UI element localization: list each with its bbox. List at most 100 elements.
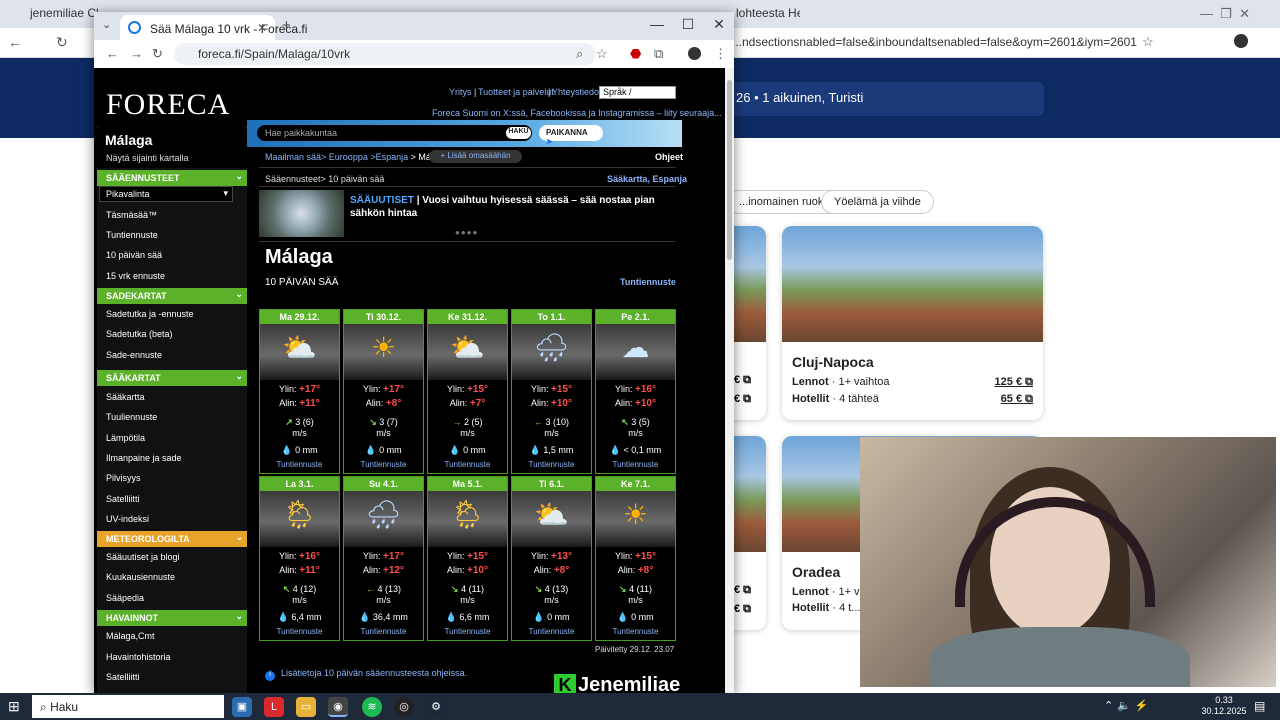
link-products[interactable]: Tuotteet ja palvelut — [478, 87, 554, 97]
search-input[interactable]: Hae paikkakuntaa — [257, 125, 532, 141]
destination-card[interactable]: Cluj-Napoca Lennot · 1+ vaihtoa 125 € ⧉ … — [782, 226, 1043, 420]
sidebar-item[interactable]: 15 vrk ennuste — [106, 271, 165, 281]
flight-price[interactable]: 125 € ⧉ — [995, 376, 1033, 389]
link-contact[interactable]: Yhteystiedot — [552, 87, 602, 97]
hourly-forecast-link[interactable]: Tuntiennuste — [512, 460, 591, 469]
forecast-day[interactable]: Su 4.1. 🌧 Ylin: +17° Alin: +12° ← 4 (13) m/s 💧… — [343, 476, 424, 641]
sidebar-item[interactable]: Ilmanpaine ja sade — [106, 453, 182, 463]
sidebar-item[interactable]: Sääpedia — [106, 593, 144, 603]
sidebar-item[interactable]: Sääuutiset ja blogi — [106, 552, 180, 562]
sidebar-item[interactable]: Sääkartta — [106, 392, 145, 402]
hourly-forecast-link[interactable]: Tuntiennuste — [512, 627, 591, 636]
link-company[interactable]: Yritys — [449, 87, 472, 97]
close-tab-icon[interactable]: ✕ — [257, 21, 267, 35]
sidebar-item[interactable]: Havaintohistoria — [106, 652, 171, 662]
address-bar[interactable]: foreca.fi/Spain/Malaga/10vrk — [174, 43, 596, 65]
foreca-logo[interactable]: FORECA — [106, 88, 230, 122]
back-icon[interactable]: ← — [106, 46, 119, 61]
sidebar-item[interactable]: UV-indeksi — [106, 514, 149, 524]
scrollbar-thumb[interactable] — [727, 80, 732, 260]
sidebar-item[interactable]: Satelliitti — [106, 672, 140, 682]
forecast-day[interactable]: Ti 30.12. ☀ Ylin: +17° Alin: +8° ↘ 3 (7) m/s 💧… — [343, 309, 424, 474]
show-on-map-link[interactable]: Näytä sijainti kartalla — [106, 153, 189, 163]
forecast-day[interactable]: Ma 5.1. 🌦 Ylin: +15° Alin: +10° ↘ 4 (11) m/s 💧… — [427, 476, 508, 641]
sidebar-item[interactable]: Kuukausiennuste — [106, 572, 175, 582]
sidebar-item[interactable]: Tuntiennuste — [106, 230, 158, 240]
reload-icon[interactable]: ↻ — [152, 46, 163, 62]
hourly-forecast-link[interactable]: Tuntiennuste — [428, 460, 507, 469]
sidebar-item[interactable]: Sade-ennuste — [106, 350, 162, 360]
sidebar-item[interactable]: Málaga,Cmt — [106, 631, 155, 641]
notifications-icon[interactable]: ▤ — [1254, 699, 1265, 713]
breadcrumb-link[interactable]: Eurooppa — [329, 152, 368, 162]
obs-icon[interactable]: ◎ — [394, 697, 414, 717]
sidebar-item[interactable]: Satelliitti — [106, 494, 140, 504]
new-tab-icon[interactable]: + — [282, 17, 291, 34]
filter-chip[interactable]: Yöelämä ja viihde — [821, 190, 934, 214]
app-icon[interactable]: L — [264, 697, 284, 717]
trip-summary[interactable]: 26 • 1 aikuinen, Turisti — [720, 82, 1044, 116]
menu-icon[interactable]: ⋮ — [714, 46, 727, 62]
language-select[interactable]: Språk / Language ▾ — [599, 86, 676, 107]
add-favourite-button[interactable]: + Lisää omasäähän — [429, 150, 522, 163]
hourly-forecast-link[interactable]: Tuntiennuste — [620, 277, 676, 287]
background-url[interactable]: ...ndsectionsnabled=false&inboundaltsena… — [732, 35, 1162, 51]
scrollbar[interactable] — [725, 68, 734, 693]
taskbar-search[interactable]: ⌕ Haku — [32, 695, 224, 718]
breadcrumb-link[interactable]: Espanja — [376, 152, 409, 162]
forward-icon[interactable]: → — [130, 46, 143, 61]
window-controls[interactable]: — ❐ ✕ — [1200, 6, 1270, 26]
sidebar-section-observations[interactable]: HAVAINNOT ⌄ — [97, 610, 247, 626]
minimize-icon[interactable]: — — [642, 16, 672, 32]
back-icon[interactable]: ← — [8, 34, 22, 50]
reload-icon[interactable]: ↻ — [56, 34, 68, 51]
chrome-icon[interactable]: ◉ — [328, 697, 348, 717]
forecast-day[interactable]: Ti 6.1. ⛅ Ylin: +13° Alin: +8° ↘ 4 (13) m/s 💧 … — [511, 476, 592, 641]
file-explorer-icon[interactable]: ▭ — [296, 697, 316, 717]
sidebar-section-rain-maps[interactable]: SADEKARTAT ⌄ — [97, 288, 247, 304]
maximize-icon[interactable]: ☐ — [673, 16, 703, 33]
hourly-forecast-link[interactable]: Tuntiennuste — [344, 460, 423, 469]
news-headline[interactable]: SÄÄUUTISET | Vuosi vaihtuu hyisessä sääs… — [350, 194, 670, 220]
app-icon[interactable]: ▣ — [232, 697, 252, 717]
forecast-day[interactable]: La 3.1. 🌦 Ylin: +16° Alin: +11° ↖ 4 (12) m/s 💧… — [259, 476, 340, 641]
locate-button[interactable]: PAIKANNA ➤ — [539, 125, 603, 146]
clock[interactable]: 0.33 30.12.2025 — [1200, 695, 1248, 717]
windows-start-icon[interactable]: ⊞ — [8, 698, 24, 714]
hourly-forecast-link[interactable]: Tuntiennuste — [260, 627, 339, 636]
hourly-forecast-link[interactable]: Tuntiennuste — [260, 460, 339, 469]
sidebar-item[interactable]: Lämpötila — [106, 433, 145, 443]
quick-select-dropdown[interactable]: Pikavalinta ▾ — [99, 186, 233, 202]
tab-search-icon[interactable]: ⌄ — [102, 18, 111, 31]
sidebar-item[interactable]: Pilvisyys — [106, 473, 141, 483]
sidebar-item[interactable]: Sadetutka (beta) — [106, 329, 173, 339]
profile-avatar[interactable] — [688, 47, 701, 60]
hourly-forecast-link[interactable]: Tuntiennuste — [428, 627, 507, 636]
system-tray[interactable]: ⌃🔈⚡ — [1104, 699, 1153, 712]
forecast-day[interactable]: Ke 7.1. ☀ Ylin: +15° Alin: +8° ↘ 4 (11) m/s 💧 … — [595, 476, 676, 641]
region-map-link[interactable]: Sääkartta, Espanja — [607, 174, 687, 184]
forecast-day[interactable]: Ma 29.12. ⛅ Ylin: +17° Alin: +11° ↗ 3 (6) m/s… — [259, 309, 340, 474]
sidebar-section-forecasts[interactable]: SÄÄENNUSTEET ⌄ — [97, 170, 247, 186]
background-tab[interactable]: lohteesta Helsinki — [736, 6, 800, 26]
sidebar-section-weather-maps[interactable]: SÄÄKARTAT ⌄ — [97, 370, 247, 386]
extensions-icon[interactable]: ⧉ — [654, 46, 663, 62]
zoom-search-icon[interactable]: ⌕ — [576, 46, 583, 62]
hotel-price[interactable]: 65 € ⧉ — [1001, 393, 1033, 406]
spotify-icon[interactable]: ≋ — [362, 697, 382, 717]
breadcrumb-link[interactable]: Maailman sää — [265, 152, 321, 162]
news-banner[interactable]: SÄÄUUTISET | Vuosi vaihtuu hyisessä sääs… — [259, 190, 676, 237]
hourly-forecast-link[interactable]: Tuntiennuste — [344, 627, 423, 636]
social-promo-link[interactable]: Foreca Suomi on X:ssä, Facebookissa ja I… — [432, 108, 722, 118]
forecast-day[interactable]: Ke 31.12. ⛅ Ylin: +15° Alin: +7° → 2 (5) m/s 💧… — [427, 309, 508, 474]
sidebar-item[interactable]: Täsmäsää™ — [106, 210, 157, 220]
profile-avatar[interactable] — [1234, 34, 1248, 48]
close-window-icon[interactable]: ✕ — [704, 16, 734, 33]
hourly-forecast-link[interactable]: Tuntiennuste — [596, 460, 675, 469]
info-link[interactable]: i Lisätietoja 10 päivän sääennusteesta oh… — [265, 668, 467, 681]
sidebar-item[interactable]: Sadetutka ja -ennuste — [106, 309, 194, 319]
sidebar-item[interactable]: Tuuliennuste — [106, 412, 157, 422]
search-button[interactable]: HAKU — [506, 127, 531, 139]
active-tab[interactable]: Sää Málaga 10 vrk - Foreca.fi ✕ — [120, 15, 307, 40]
adblock-icon[interactable]: ⬣ — [630, 46, 641, 62]
